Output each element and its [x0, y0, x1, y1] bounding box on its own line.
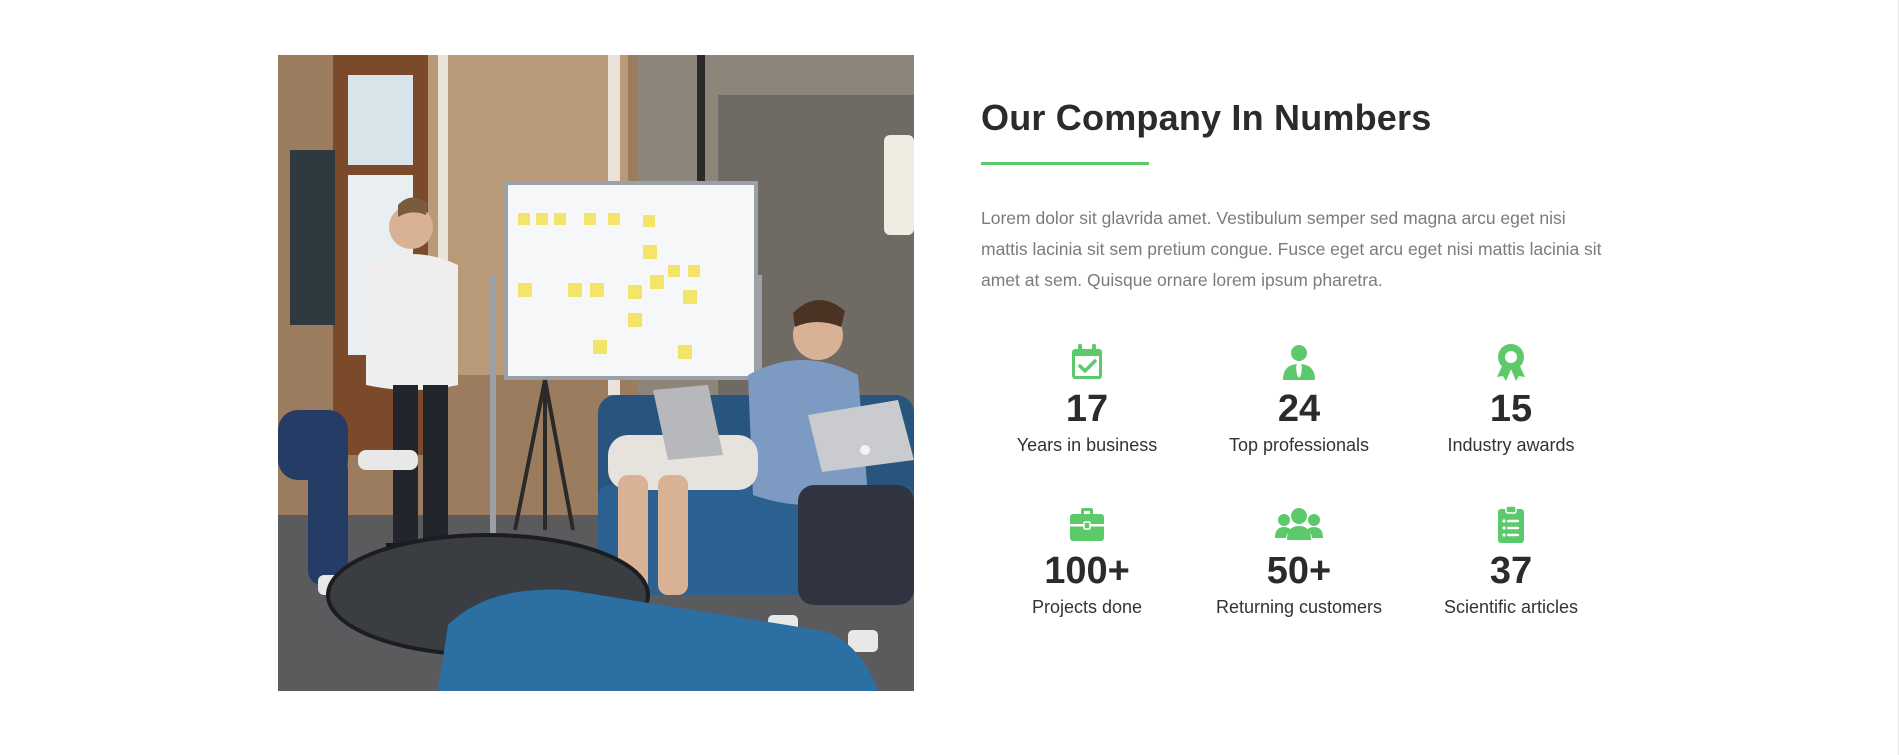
award-icon [1497, 344, 1525, 381]
heading-underline [981, 162, 1149, 165]
stat-top-professionals: 24 Top professionals [1193, 342, 1405, 457]
stat-industry-awards: 15 Industry awards [1405, 342, 1617, 457]
stat-number: 100+ [1044, 550, 1130, 592]
stat-label: Returning customers [1215, 597, 1383, 617]
stat-years-in-business: 17 Years in business [981, 342, 1193, 457]
company-numbers-section: Our Company In Numbers Lorem dolor sit g… [981, 96, 1621, 314]
user-tie-icon [1283, 345, 1315, 380]
stat-returning-customers: 50+ Returning customers [1193, 504, 1405, 619]
clipboard-list-icon [1498, 505, 1524, 543]
briefcase-icon [1070, 508, 1104, 541]
stat-number: 17 [1065, 388, 1109, 430]
stat-label: Scientific articles [1443, 597, 1579, 617]
stat-label: Industry awards [1447, 435, 1575, 455]
calendar-check-icon [1072, 344, 1102, 379]
team-meeting-photo [278, 55, 914, 691]
stat-label: Top professionals [1228, 435, 1370, 455]
section-heading: Our Company In Numbers [981, 97, 1432, 138]
stat-label: Years in business [1016, 435, 1158, 455]
section-intro: Lorem dolor sit glavrida amet. Vestibulu… [981, 208, 1602, 290]
stat-number: 37 [1489, 550, 1533, 592]
stat-label: Projects done [1031, 597, 1143, 617]
stat-number: 50+ [1266, 550, 1332, 592]
stat-number: 15 [1489, 388, 1533, 430]
users-icon [1275, 508, 1323, 540]
stat-number: 24 [1277, 388, 1321, 430]
stat-projects-done: 100+ Projects done [981, 504, 1193, 619]
stat-scientific-articles: 37 Scientific articles [1405, 504, 1617, 619]
